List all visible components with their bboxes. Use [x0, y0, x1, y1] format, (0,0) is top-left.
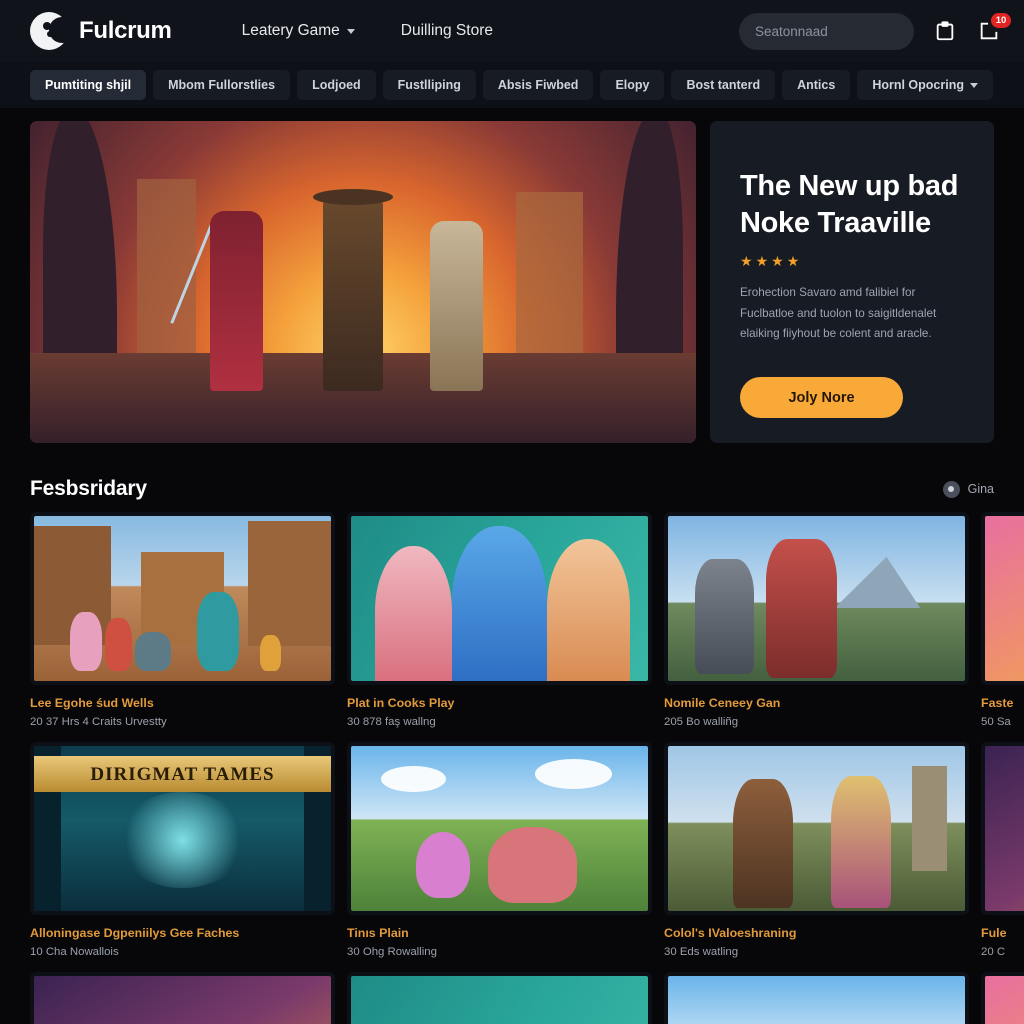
game-card-meta: 10 Cha Nowallois [30, 946, 119, 958]
category-tab-bar: Pumtiting shjil Mbom Fullorstlies Lodjoe… [0, 62, 1024, 108]
inbox-icon [936, 21, 954, 41]
game-card[interactable] [347, 972, 652, 1024]
section-title: Fesbsridary [30, 477, 147, 500]
game-card[interactable]: Colol's IValoeshraning 30 Eds watling [664, 742, 969, 958]
fulcrum-bird-logo-icon [30, 12, 75, 50]
game-card[interactable] [30, 972, 335, 1024]
game-card[interactable]: Fule 20 C [981, 742, 1024, 958]
game-card-title: Fule [981, 926, 1007, 940]
hero-section: The New up bad Noke Traaville ★ ★ ★ ★ Er… [30, 121, 994, 443]
tab-label: Absis Fiwbed [497, 78, 579, 92]
game-card-thumbnail[interactable] [981, 512, 1024, 685]
game-card-meta: 30 Eds watling [664, 946, 739, 958]
star-icon: ★ [755, 253, 769, 270]
hero-description: Erohection Savaro amd falibiel for Fuclb… [740, 286, 937, 340]
hero-artwork[interactable] [30, 121, 696, 443]
featured-game-grid: Lee Egohe śud Wells 20 37 Hrs 4 Craits U… [30, 512, 1024, 1024]
game-card-thumbnail[interactable] [981, 742, 1024, 915]
hero-cta-button[interactable]: Joly Nore [740, 377, 903, 419]
notifications-button[interactable]: 10 [976, 13, 1011, 44]
game-card-thumbnail[interactable] [664, 742, 969, 915]
tab-hornl-opocring[interactable]: Hornl Opocring [857, 70, 993, 100]
star-icon: ★ [740, 253, 753, 270]
search-box[interactable] [739, 12, 932, 50]
tab-pumtiting-shjil[interactable]: Pumtiting shjil [30, 70, 147, 100]
game-card-meta: 20 37 Hrs 4 Craits Urvestty [30, 716, 167, 728]
featured-section-header: Fesbsridary Gina [30, 477, 994, 501]
game-card-title: Tinıs Plain [347, 926, 409, 940]
tab-fustlliping[interactable]: Fustlliping [382, 70, 476, 100]
game-card-thumbnail[interactable] [30, 972, 335, 1024]
hero-title-line1: The New up bad [740, 170, 959, 202]
tab-elopy[interactable]: Elopy [600, 70, 665, 100]
hero-title-line2: Noke Traaville [740, 206, 931, 239]
top-header-bar: Fulcrum Leatery Game Duilling Store Seat… [0, 0, 1024, 62]
nav-item-label: Duilling Store [400, 22, 493, 39]
game-card[interactable] [981, 972, 1024, 1024]
game-card-thumbnail[interactable] [347, 972, 652, 1024]
game-card-thumbnail[interactable] [30, 512, 335, 685]
tab-label: Antics [797, 78, 836, 92]
game-card[interactable]: Plat in Cooks Play 30 878 faş wallng [347, 512, 652, 728]
hero-rating-stars: ★ ★ ★ ★ [740, 254, 964, 268]
tab-label: Elopy [615, 78, 650, 92]
game-card-thumbnail[interactable] [981, 972, 1024, 1024]
game-card[interactable]: Nomile Ceneey Gan 205 Bo walliñg [664, 512, 969, 728]
game-card-meta: 30 Ohg Rowalling [347, 946, 437, 958]
game-card-meta: 205 Bo walliñg [664, 716, 739, 728]
tab-label: Lodjoed [312, 78, 361, 92]
chevron-down-icon [346, 28, 355, 34]
game-card[interactable]: Faste 50 Sa [981, 512, 1024, 728]
game-card[interactable] [664, 972, 969, 1024]
chevron-down-icon [969, 82, 978, 88]
nav-item-label: Leatery Game [241, 22, 340, 39]
nav-item-duilling-store[interactable]: Duilling Store [401, 22, 493, 40]
game-card[interactable]: Lee Egohe śud Wells 20 37 Hrs 4 Craits U… [30, 512, 335, 728]
game-card-title: Faste [981, 696, 1014, 710]
tab-label: Mbom Fullorstlies [168, 78, 276, 92]
hero-info-panel: The New up bad Noke Traaville ★ ★ ★ ★ Er… [710, 121, 994, 443]
star-icon: ★ [786, 253, 800, 270]
inbox-button[interactable] [932, 18, 958, 44]
tab-lodjoed[interactable]: Lodjoed [297, 70, 376, 100]
game-card-title: Nomile Ceneey Gan [664, 696, 781, 710]
page-content: The New up bad Noke Traaville ★ ★ ★ ★ Er… [0, 121, 1024, 1024]
brand-logo-group[interactable]: Fulcrum [30, 12, 172, 50]
star-icon: ★ [771, 253, 784, 270]
avatar [942, 480, 960, 498]
user-chip[interactable]: Gina [942, 480, 994, 498]
game-card-meta: 50 Sa [981, 716, 1011, 728]
game-card[interactable]: Tinıs Plain 30 Ohg Rowalling [347, 742, 652, 958]
search-input[interactable] [755, 23, 932, 39]
nav-item-leatery-game[interactable]: Leatery Game [242, 22, 355, 40]
user-name: Gina [967, 482, 994, 496]
thumbnail-title-overlay: DIRIGMAT TAMES [90, 763, 275, 785]
game-card-thumbnail[interactable] [664, 512, 969, 685]
game-card-thumbnail[interactable]: DIRIGMAT TAMES [30, 742, 335, 915]
game-card-meta: 30 878 faş wallng [347, 716, 436, 728]
brand-name: Fulcrum [79, 17, 172, 44]
tab-antics[interactable]: Antics [782, 70, 851, 100]
tab-label: Fustlliping [397, 78, 461, 92]
tab-bost-tanterd[interactable]: Bost tanterd [671, 70, 776, 100]
notification-badge: 10 [991, 13, 1011, 28]
game-card-title: Lee Egohe śud Wells [30, 696, 154, 710]
game-card-meta: 20 C [981, 946, 1006, 958]
tab-absis-fiwbed[interactable]: Absis Fiwbed [482, 70, 594, 100]
game-card-thumbnail[interactable] [664, 972, 969, 1024]
tab-mbom-fullorstlies[interactable]: Mbom Fullorstlies [153, 70, 291, 100]
game-card-title: Plat in Cooks Play [347, 696, 455, 710]
primary-nav: Leatery Game Duilling Store [242, 22, 493, 40]
game-card-thumbnail[interactable] [347, 742, 652, 915]
header-actions: 10 [739, 12, 1011, 50]
game-card-title: Alloningase Dgpeniilys Gee Faches [30, 926, 240, 940]
game-card-title: Colol's IValoeshraning [664, 926, 797, 940]
tab-label: Bost tanterd [686, 78, 761, 92]
game-card-thumbnail[interactable] [347, 512, 652, 685]
tab-label: Hornl Opocring [872, 78, 964, 92]
game-card[interactable]: DIRIGMAT TAMES Alloningase Dgpeniilys Ge… [30, 742, 335, 958]
tab-label: Pumtiting shjil [45, 78, 132, 92]
